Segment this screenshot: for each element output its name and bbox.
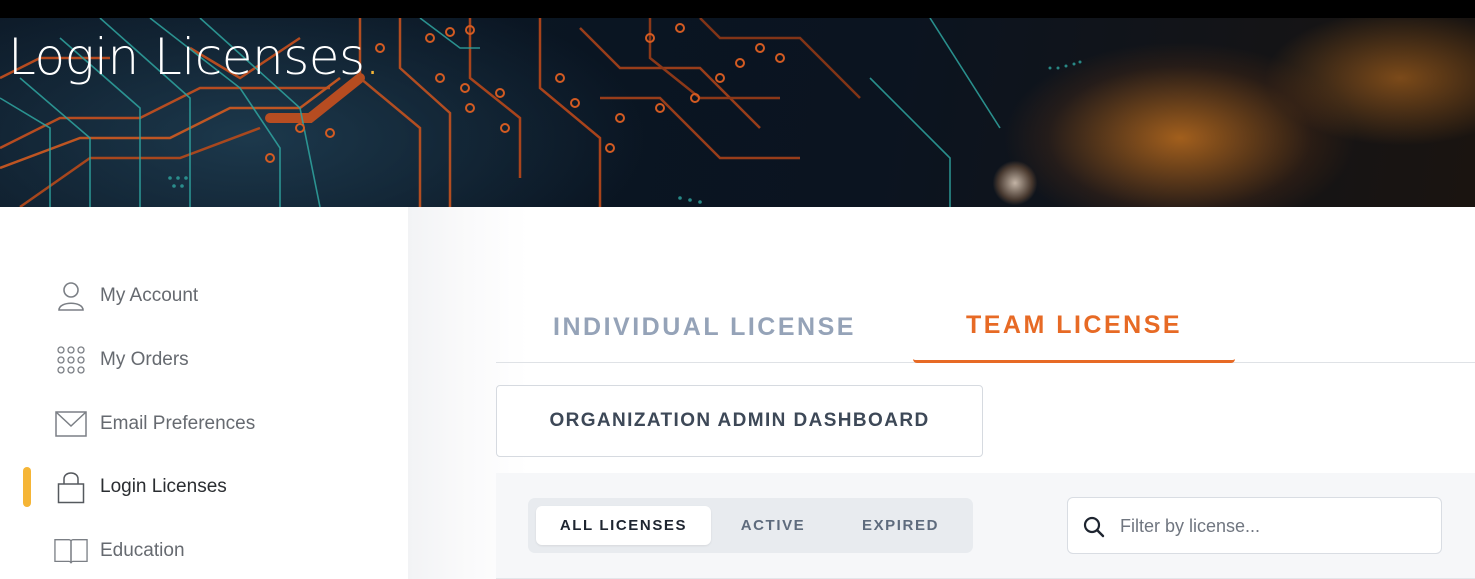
organization-admin-dashboard-button[interactable]: ORGANIZATION ADMIN DASHBOARD [496,385,983,457]
tab-team-license[interactable]: TEAM LICENSE [913,291,1235,363]
sidebar-item-label: Login Licenses [100,476,227,497]
search-input[interactable] [1120,508,1430,544]
sidebar-item-email-preferences[interactable]: Email Preferences [0,399,408,449]
license-filter-bar: ALL LICENSES ACTIVE EXPIRED [496,473,1475,579]
hero-banner: Login Licenses. [0,18,1475,207]
envelope-icon [54,407,88,441]
search-icon [1082,515,1106,539]
filter-expired[interactable]: EXPIRED [838,506,963,545]
license-search-box[interactable] [1067,497,1442,554]
lock-icon [54,470,88,504]
sidebar-item-label: My Orders [100,349,189,370]
sidebar-nav: My Account My Orders Email Preferences L… [0,207,408,579]
filter-all-licenses[interactable]: ALL LICENSES [536,506,711,545]
sidebar-item-education[interactable]: Education [0,526,408,576]
top-bar [0,0,1475,18]
page-title: Login Licenses. [8,28,381,86]
filter-active[interactable]: ACTIVE [718,506,828,545]
status-filter-segmented-control: ALL LICENSES ACTIVE EXPIRED [528,498,973,553]
sidebar-item-label: Email Preferences [100,413,256,434]
sidebar-item-my-orders[interactable]: My Orders [0,335,408,385]
license-tabs: INDIVIDUAL LICENSE TEAM LICENSE [496,291,1475,363]
sidebar-item-label: Education [100,540,185,561]
tab-individual-license[interactable]: INDIVIDUAL LICENSE [496,291,913,363]
book-icon [54,534,88,568]
sidebar-item-login-licenses[interactable]: Login Licenses [0,462,408,512]
main-content: INDIVIDUAL LICENSE TEAM LICENSE ORGANIZA… [408,207,1475,579]
grid-dots-icon [54,343,88,377]
user-icon [54,279,88,313]
sidebar-item-label: My Account [100,285,199,306]
sidebar-item-my-account[interactable]: My Account [0,271,408,321]
